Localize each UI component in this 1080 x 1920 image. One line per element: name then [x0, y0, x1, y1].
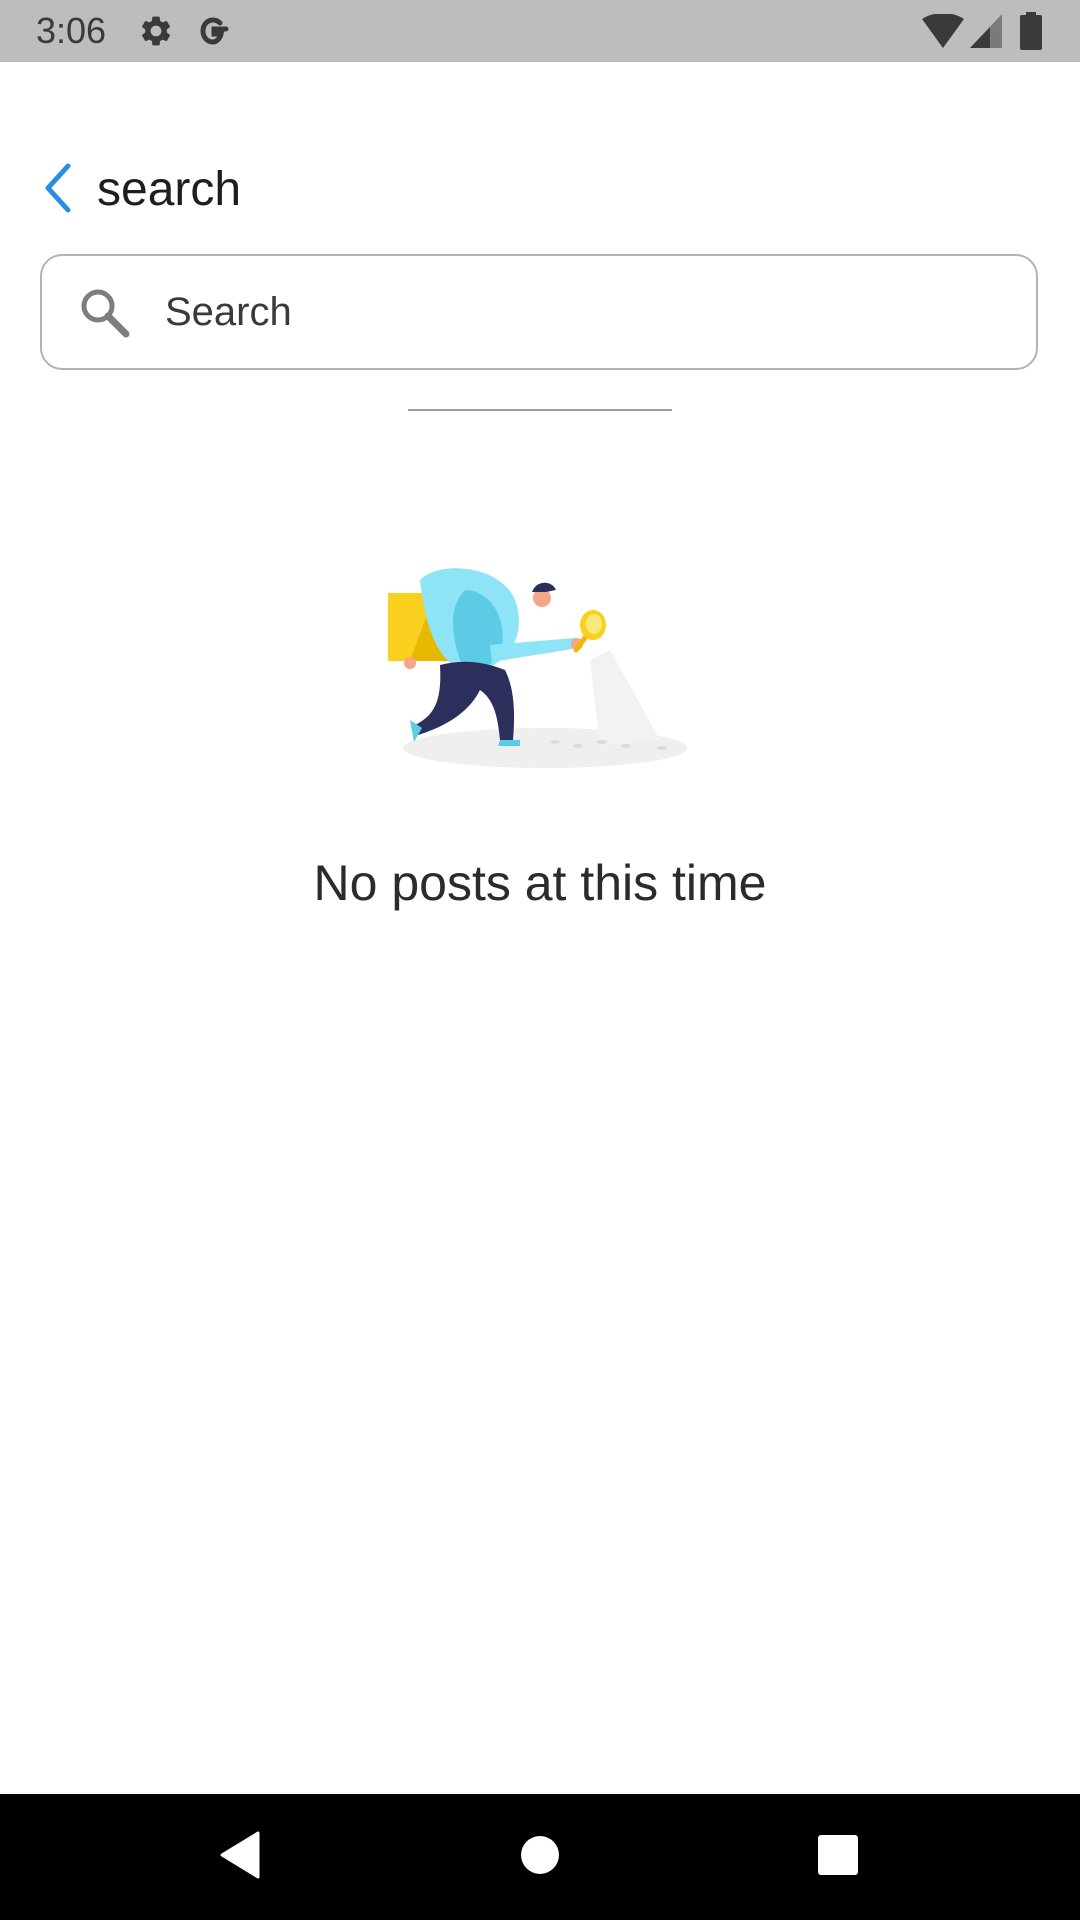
- empty-state-illustration: [380, 560, 700, 780]
- chevron-left-icon: [38, 162, 78, 219]
- back-triangle-icon: [218, 1831, 262, 1884]
- google-g-icon: [196, 13, 232, 54]
- signal-icon: [970, 14, 1002, 53]
- home-circle-icon: [520, 1835, 560, 1880]
- recents-square-icon: [817, 1834, 859, 1881]
- search-icon: [78, 286, 132, 340]
- back-button[interactable]: [30, 162, 86, 218]
- nav-back-button[interactable]: [210, 1827, 270, 1887]
- status-time: 3:06: [36, 10, 107, 51]
- divider: [408, 409, 672, 411]
- header: search: [0, 150, 1080, 230]
- battery-icon: [1020, 12, 1042, 55]
- nav-recents-button[interactable]: [808, 1827, 868, 1887]
- gear-icon: [138, 13, 174, 54]
- wifi-icon: [922, 13, 964, 53]
- nav-home-button[interactable]: [510, 1827, 570, 1887]
- status-bar: 3:06: [0, 0, 1080, 62]
- empty-state-message: No posts at this time: [313, 855, 767, 911]
- search-input[interactable]: [165, 276, 1005, 348]
- search-box[interactable]: [40, 254, 1038, 370]
- navigation-bar: [0, 1794, 1080, 1920]
- page-title: search: [97, 163, 242, 216]
